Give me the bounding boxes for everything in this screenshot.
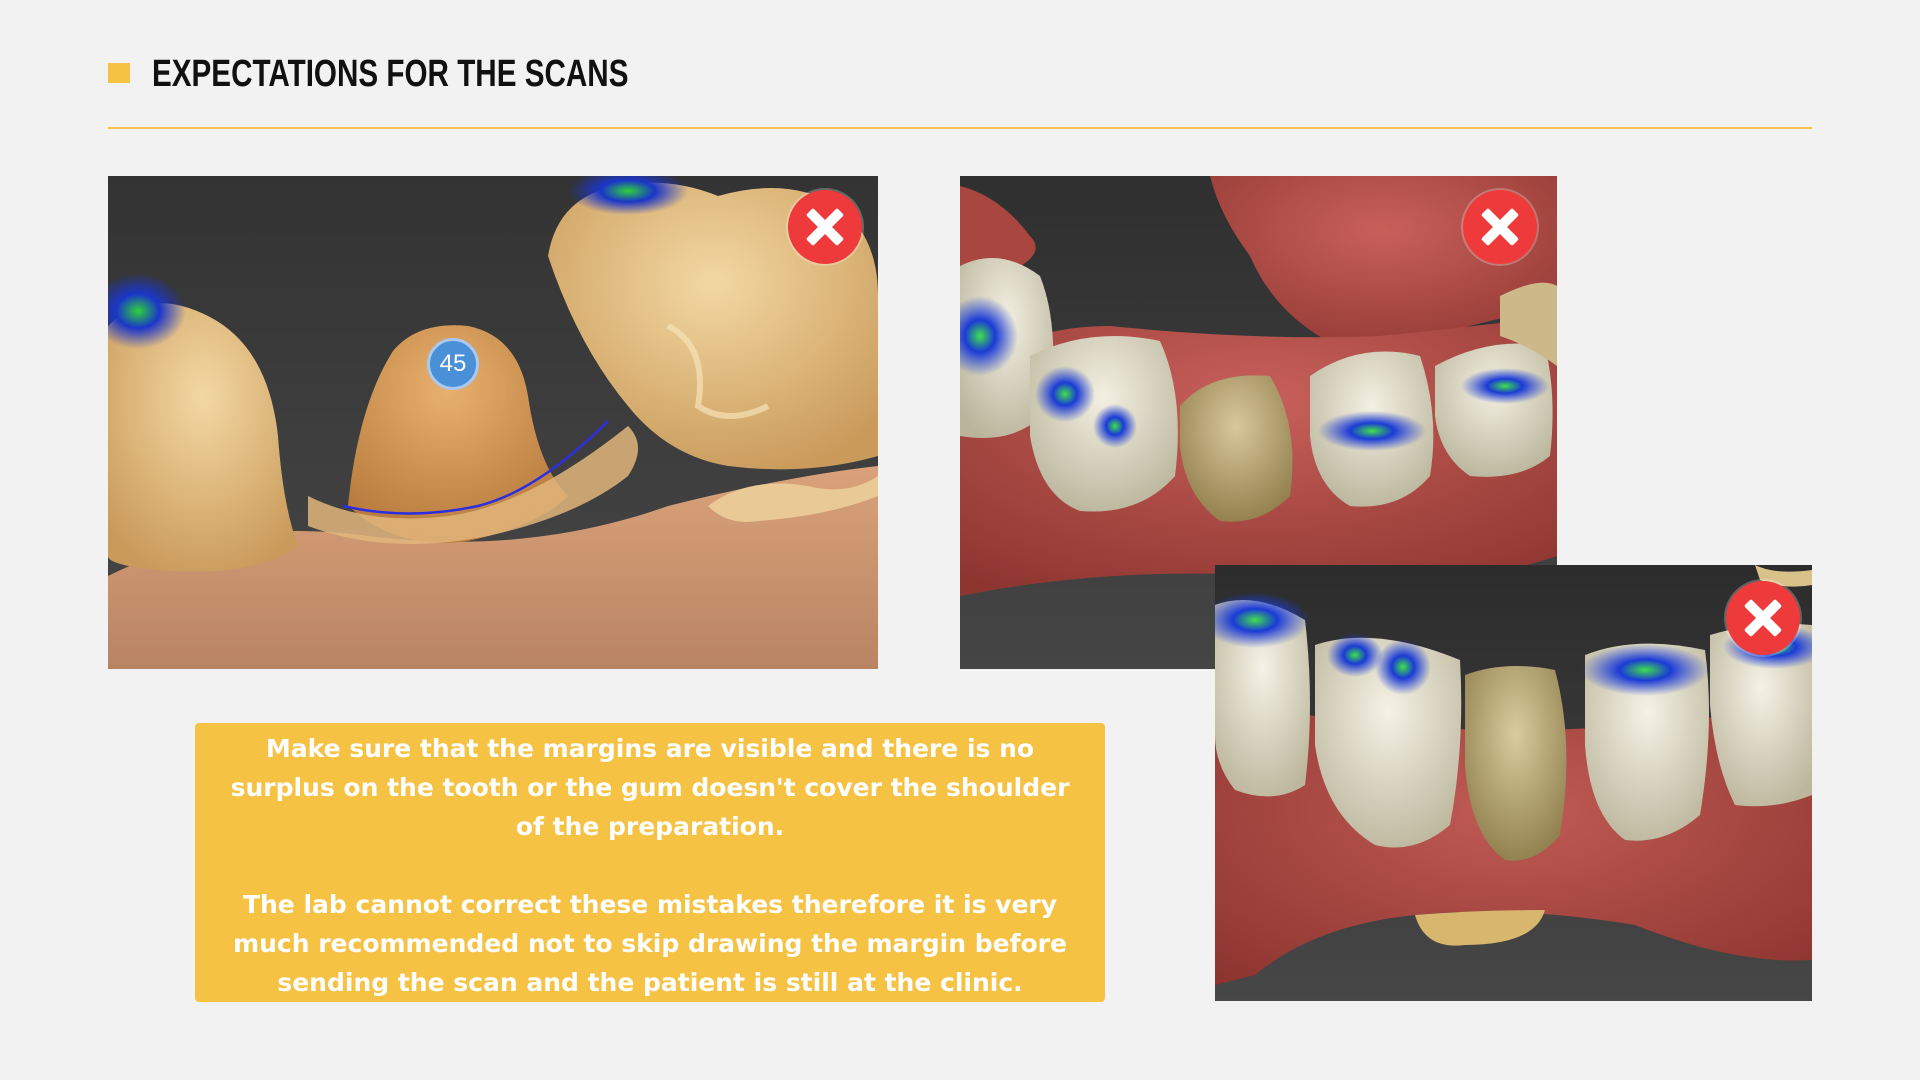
scan-render <box>108 176 878 669</box>
error-x-icon <box>1726 581 1800 655</box>
tooth-number-tag: 45 <box>427 338 479 390</box>
scan-render <box>1215 565 1812 1001</box>
note-paragraph-lab: The lab cannot correct these mistakes th… <box>233 890 1067 997</box>
title-bullet <box>108 63 130 83</box>
scan-image-preparation-45: 45 <box>108 176 878 669</box>
title-divider <box>108 127 1812 129</box>
page-title: EXPECTATIONS FOR THE SCANS <box>152 53 629 95</box>
error-x-icon <box>1463 190 1537 264</box>
error-x-icon <box>788 190 862 264</box>
scan-image-arch-front <box>1215 565 1812 1001</box>
instruction-note: Make sure that the margins are visible a… <box>195 723 1105 1002</box>
note-paragraph-margins: Make sure that the margins are visible a… <box>230 734 1070 841</box>
